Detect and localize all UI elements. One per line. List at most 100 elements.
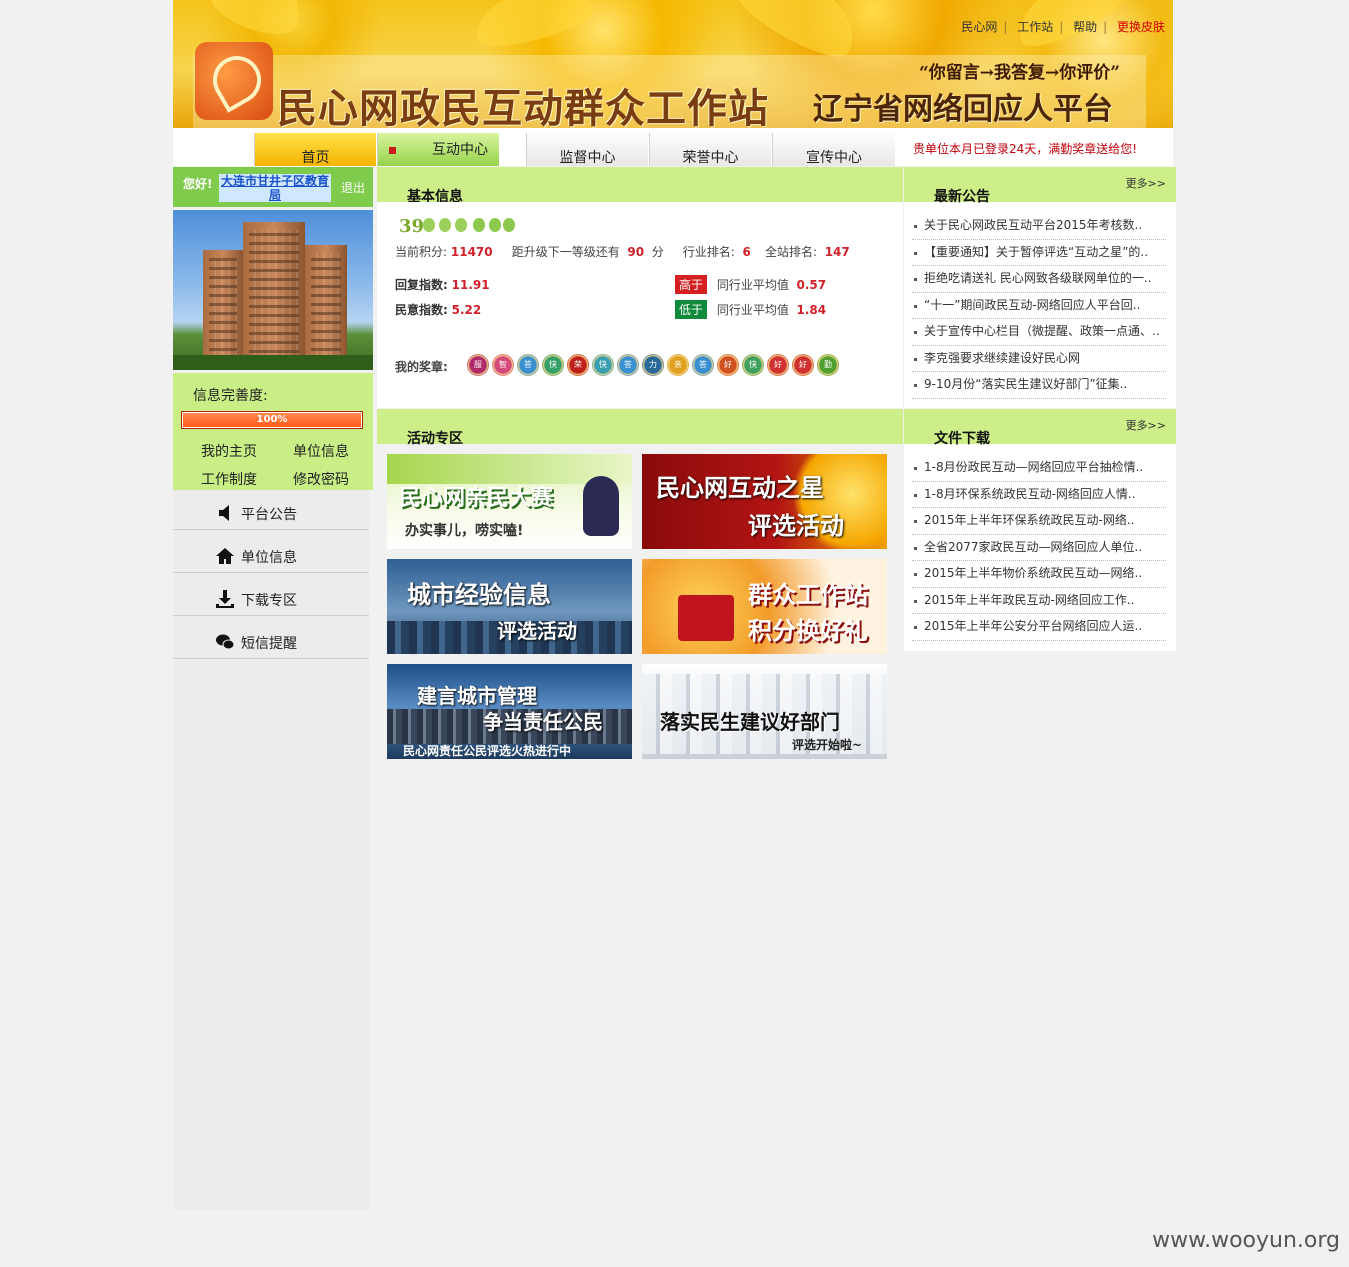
chat-icon [216,634,235,650]
list-item[interactable]: 9-10月份“落实民生建议好部门”征集.. [912,372,1166,399]
logout-link[interactable]: 退出 [341,179,365,196]
list-item[interactable]: 1-8月份政民互动—网络回应平台抽检情.. [912,455,1166,482]
list-item[interactable]: 2015年上半年环保系统政民互动-网络.. [912,508,1166,535]
medal-badge-icon: 答 [617,354,639,376]
list-item[interactable]: 2015年上半年物价系统政民互动—网络.. [912,561,1166,588]
gift-box [678,595,734,641]
opinion-compare-row: 低于 同行业平均值 1.84 [675,300,826,319]
list-item[interactable]: 关于民心网政民互动平台2015年考核数.. [912,213,1166,240]
menu-sms-reminder[interactable]: 短信提醒 [173,619,369,659]
activity-banner-livelihood[interactable]: 落实民生建议好部门 评选开始啦~ [642,664,887,759]
list-item[interactable]: 2015年上半年公安分平台网络回应人运.. [912,614,1166,641]
activity-caption: 评选活动 [497,619,577,643]
reply-compare-tag: 高于 [675,275,708,294]
list-item[interactable]: 拒绝吃请送礼 民心网致各级联网单位的一.. [912,266,1166,293]
announcements-list: 关于民心网政民互动平台2015年考核数.. 【重要通知】关于暂停评选“互动之星”… [912,213,1166,399]
medal-badge-icon: 快 [542,354,564,376]
link-my-home[interactable]: 我的主页 [201,441,257,461]
medal-badge-icon: 亲 [667,354,689,376]
menu-platform-announcements[interactable]: 平台公告 [173,490,369,530]
activity-caption: 争当责任公民 [483,710,603,734]
list-item[interactable]: 全省2077家政民互动—网络回应人单位.. [912,535,1166,561]
site-slogan: “你留言→我答复→你评价” [919,63,1121,83]
link-change-password[interactable]: 修改密码 [293,469,349,489]
tab-supervision[interactable]: 监督中心 [526,133,648,166]
list-item[interactable]: “十一”期间政民互动-网络回应人平台回.. [912,293,1166,319]
mascot-figure [583,476,619,536]
completion-label: 信息完善度: [193,388,268,404]
watermark: www.wooyun.org [1152,1228,1340,1253]
activities-header: 活动专区 [377,409,903,447]
profile-box: 信息完善度: 100% 我的主页 单位信息 工作制度 修改密码 [173,373,373,490]
downloads-more-link[interactable]: 更多>> [1126,417,1166,433]
level-leaf-icon [503,218,515,232]
activity-caption: 积分换好礼 [748,617,868,645]
tab-interaction-label: 互动中心 [432,142,488,158]
medal-badge-icon: 力 [642,354,664,376]
list-item[interactable]: 1-8月环保系统政民互动-网络回应人情.. [912,482,1166,508]
medal-badge-icon: 智 [492,354,514,376]
list-item[interactable]: 【重要通知】关于暂停评选“互动之星”的.. [912,240,1166,266]
activity-banner-points-gift[interactable]: 群众工作站 积分换好礼 [642,559,887,654]
level-sprout-icon [439,218,451,232]
tab-honor[interactable]: 荣誉中心 [649,133,771,166]
activity-caption: 建言城市管理 [417,684,537,708]
activity-banner-city-management[interactable]: 建言城市管理 争当责任公民 民心网责任公民评选火热进行中 [387,664,632,759]
points-value: 11470 [450,245,493,259]
activity-banner-contest[interactable]: 民心网亲民大赛 办实事儿，唠实嗑! [387,454,632,549]
site-title: 民心网政民互动群众工作站 [277,85,769,128]
level-sprout-icon [423,218,435,232]
top-link-workstation[interactable]: 工作站 [1017,20,1053,34]
activity-caption: 评选开始啦~ [792,738,863,752]
tab-home[interactable]: 首页 [254,133,376,166]
link-unit-info[interactable]: 单位信息 [293,441,349,461]
main-nav: 首页 互动中心 监督中心 荣誉中心 宣传中心 贵单位本月已登录24天，满勤奖章送… [173,128,1173,166]
downloads-title: 文件下载 [934,431,990,447]
header-banner: 民心网政民互动群众工作站 “你留言→我答复→你评价” 辽宁省网络回应人平台 民心… [173,0,1173,128]
link-work-rules[interactable]: 工作制度 [201,469,257,489]
reply-index-value: 11.91 [451,278,490,292]
list-item[interactable]: 李克强要求继续建设好民心网 [912,346,1166,372]
medal-badge-icon: 快 [592,354,614,376]
downloads-header: 文件下载 更多>> [904,409,1176,447]
site-logo[interactable] [195,42,273,120]
overall-rank-row: 全站排名: 147 [765,243,850,260]
opinion-index-label: 民意指数: [395,303,448,317]
overall-rank-label: 全站排名: [765,245,818,259]
side-menu: 平台公告 单位信息 下载专区 短信提醒 [173,490,369,1210]
menu-label: 短信提醒 [241,636,297,652]
medal-badge-icon: 服 [467,354,489,376]
activity-caption: 民心网亲民大赛 [399,486,554,511]
reply-avg-value: 0.57 [796,278,827,292]
menu-label: 下载专区 [241,593,297,609]
medal-badge-icon: 答 [692,354,714,376]
top-link-minxin[interactable]: 民心网 [961,20,997,34]
unit-name-link[interactable]: 大连市甘井子区教育局 [219,174,331,202]
medal-badge-icon: 好 [717,354,739,376]
top-link-change-skin[interactable]: 更换皮肤 [1117,20,1165,34]
overall-rank-value: 147 [824,245,850,259]
tab-interaction[interactable]: 互动中心 [377,133,499,166]
activity-banner-city-info[interactable]: 城市经验信息 评选活动 [387,559,632,654]
activity-caption: 办实事儿，唠实嗑! [405,523,524,539]
sunflower-petal [468,0,598,55]
list-item[interactable]: 关于宣传中心栏目（微提醒、政策一点通、.. [912,319,1166,346]
completion-progress-bar: 100% [181,411,363,429]
tab-publicity[interactable]: 宣传中心 [772,133,895,166]
activity-caption: 落实民生建议好部门 [660,710,840,734]
top-link-help[interactable]: 帮助 [1073,20,1097,34]
sunflower-petal [205,0,311,44]
greeting-text: 您好! [183,177,213,191]
activity-caption: 城市经验信息 [407,581,551,609]
level-number: 39 [399,216,425,237]
unit-building-photo [173,210,373,370]
menu-unit-info[interactable]: 单位信息 [173,533,369,573]
opinion-compare-tag: 低于 [675,300,708,319]
medal-badge-icon: 快 [742,354,764,376]
announcements-more-link[interactable]: 更多>> [1126,175,1166,191]
list-item[interactable]: 2015年上半年政民互动-网络回应工作.. [912,588,1166,614]
menu-download-area[interactable]: 下载专区 [173,576,369,616]
activity-banner-star[interactable]: 民心网互动之星 评选活动 [642,454,887,549]
user-greeting-bar: 您好! 大连市甘井子区教育局 退出 [173,167,373,207]
medal-badge-icon: 勤 [817,354,839,376]
